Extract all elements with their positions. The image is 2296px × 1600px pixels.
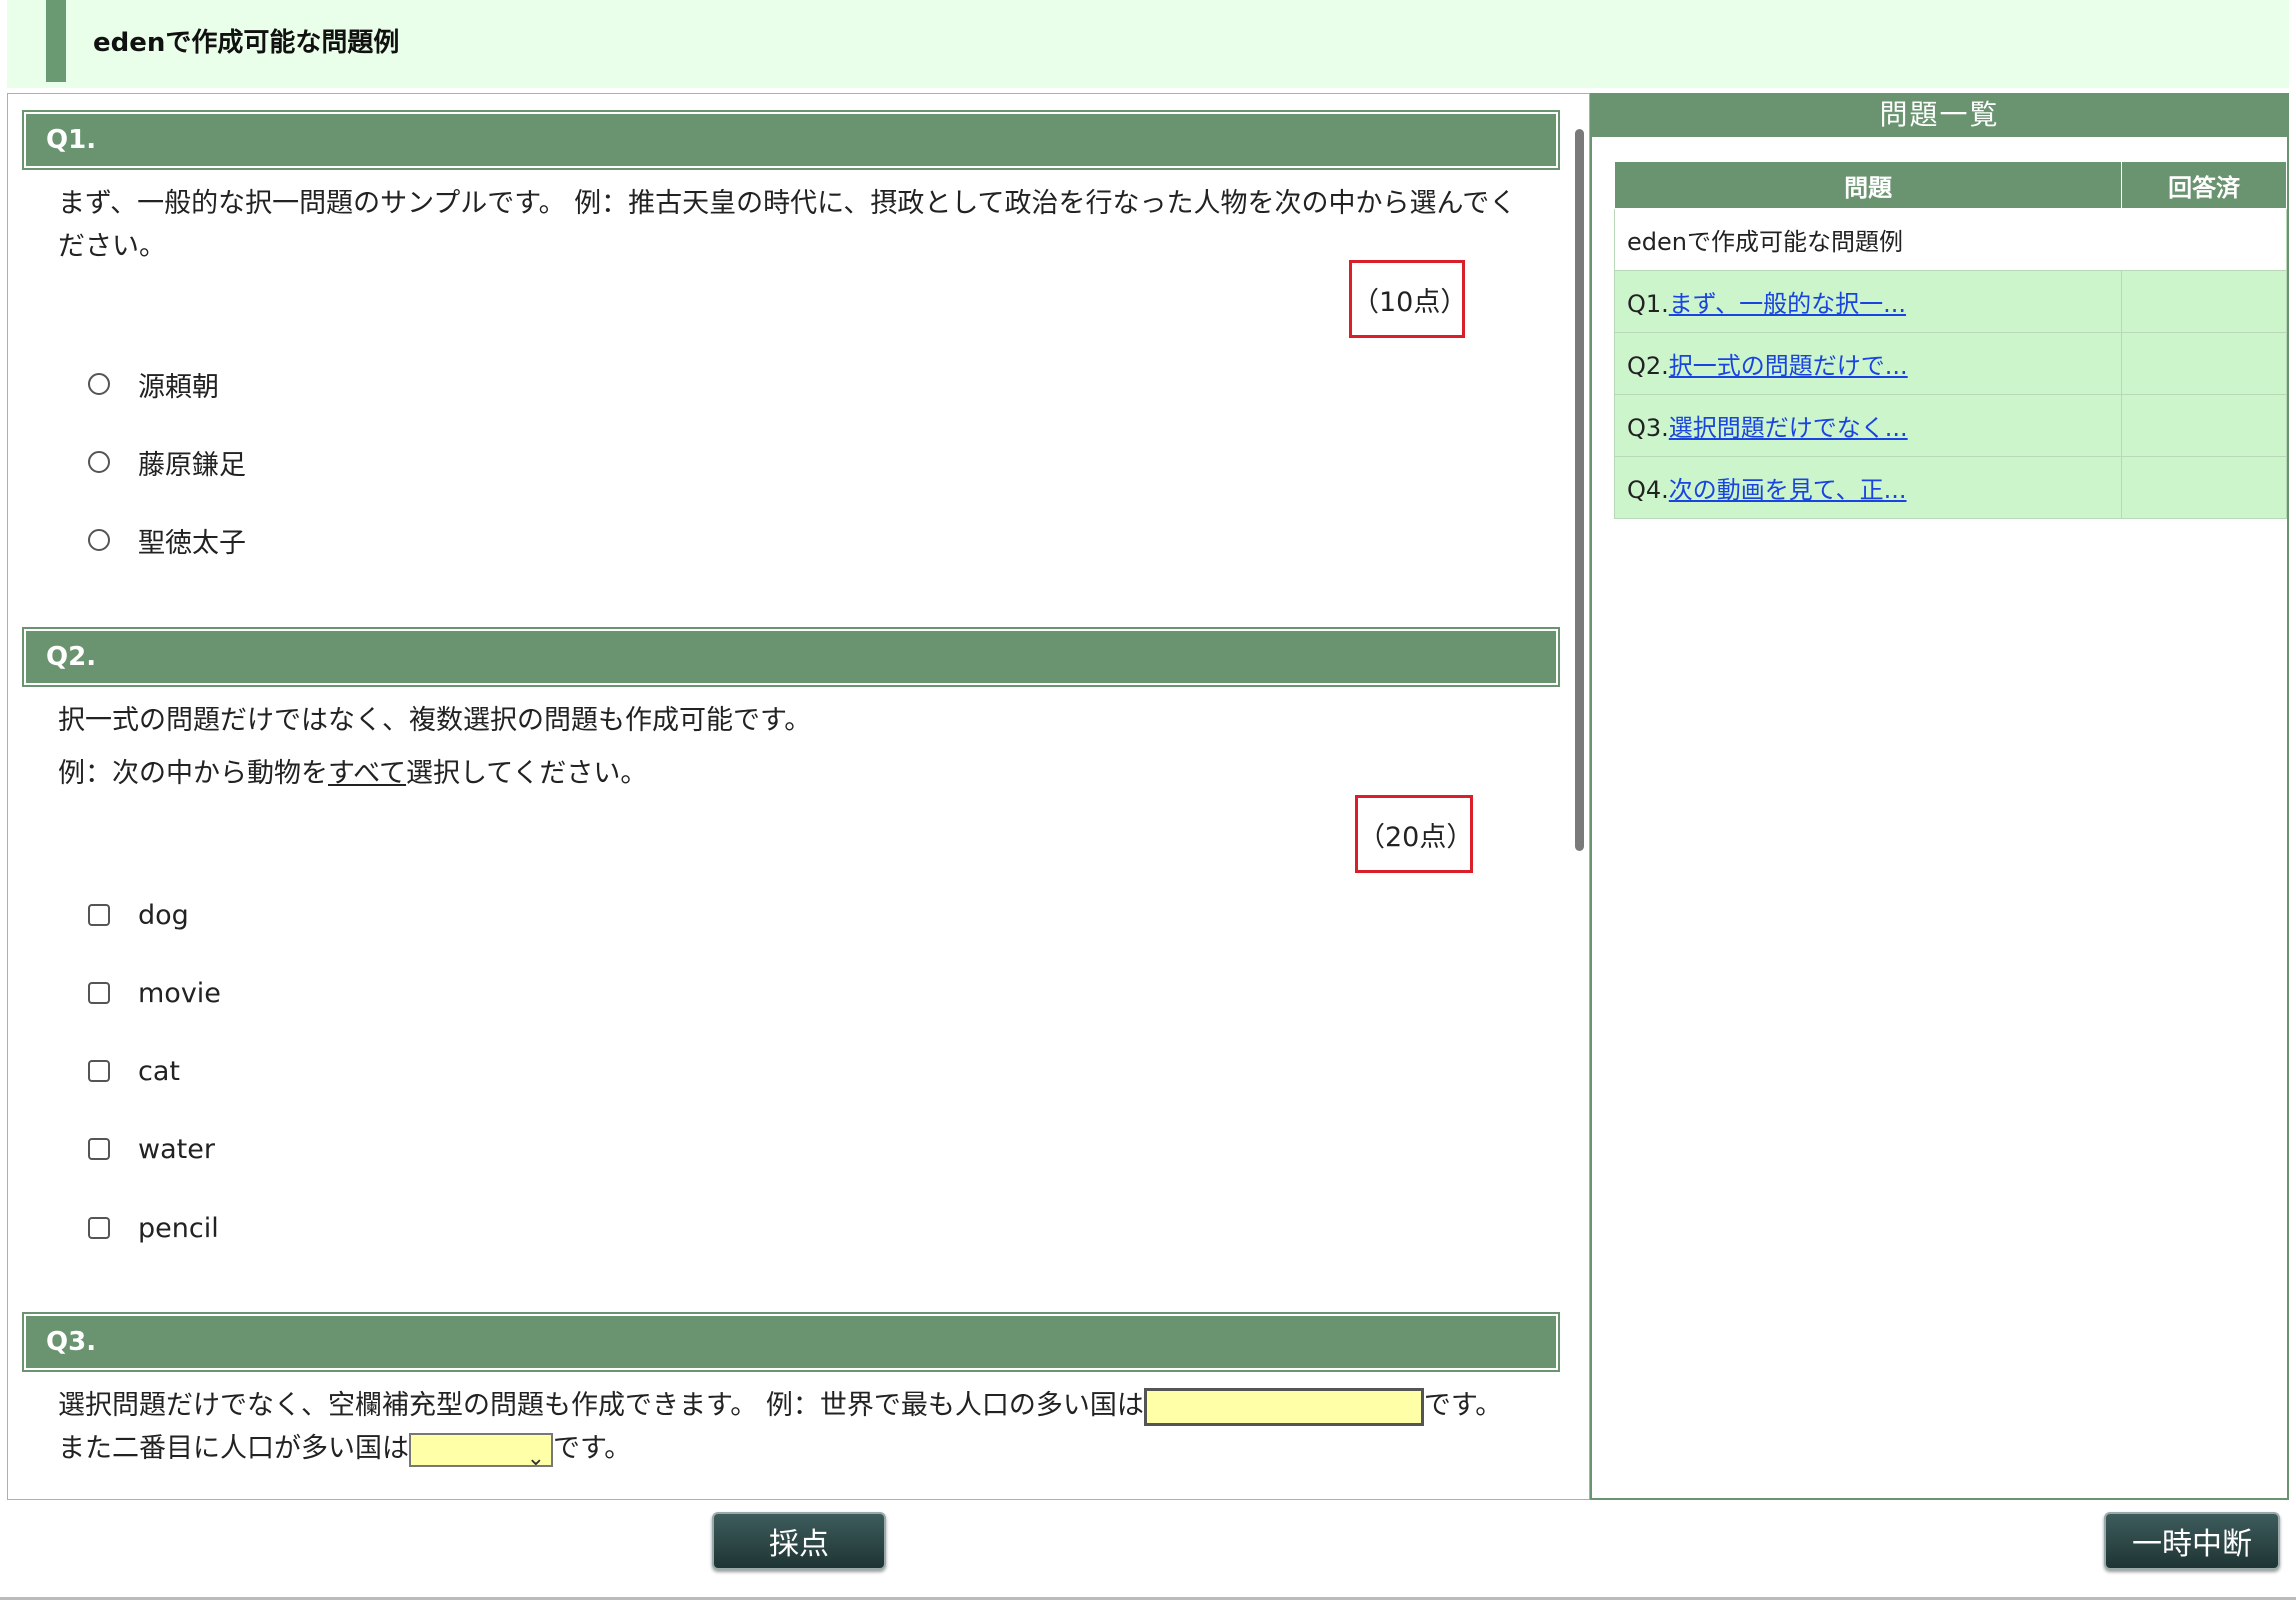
question-number: Q3. bbox=[1627, 414, 1669, 442]
question-header-q3: Q3. bbox=[22, 1312, 1560, 1372]
question-cell: Q2.択一式の問題だけで... bbox=[1613, 332, 2123, 395]
question-text-q2-line1: 択一式の問題だけではなく、複数選択の問題も作成可能です。 bbox=[58, 705, 812, 736]
question-link-q4[interactable]: 次の動画を見て、正... bbox=[1669, 476, 1907, 504]
chevron-down-icon: ⌄ bbox=[526, 1445, 545, 1471]
question-text-q3: 選択問題だけでなく、空欄補充型の問題も作成できます。 例：世界で最も人口の多い国… bbox=[58, 1384, 1518, 1471]
radio-button[interactable] bbox=[88, 529, 110, 551]
question-label: Q3. bbox=[46, 1327, 97, 1357]
section-row: edenで作成可能な問題例 bbox=[1614, 208, 2287, 271]
answered-cell bbox=[2121, 394, 2287, 457]
text-segment: です。 bbox=[553, 1433, 632, 1464]
panel-title: 問題一覧 bbox=[1592, 93, 2287, 137]
option-label: cat bbox=[138, 1055, 180, 1087]
text-segment: 選択問題だけでなく、空欄補充型の問題も作成できます。 例：世界で最も人口の多い国… bbox=[58, 1390, 1144, 1421]
checkbox[interactable] bbox=[88, 982, 110, 1004]
option-label: 源頼朝 bbox=[138, 371, 219, 403]
checkbox[interactable] bbox=[88, 1217, 110, 1239]
question-list-table: 問題 回答済 edenで作成可能な問題例 Q1.まず、一般的な択一... Q2.… bbox=[1613, 161, 2287, 519]
option-label: dog bbox=[138, 899, 189, 931]
pause-button[interactable]: 一時中断 bbox=[2104, 1512, 2280, 1570]
table-row: Q1.まず、一般的な択一... bbox=[1613, 270, 2287, 333]
question-cell: Q1.まず、一般的な択一... bbox=[1613, 270, 2123, 333]
radio-option[interactable]: 聖徳太子 bbox=[88, 520, 246, 560]
question-cell: Q3.選択問題だけでなく... bbox=[1613, 394, 2123, 457]
radio-button[interactable] bbox=[88, 451, 110, 473]
question-text-q2-line2: 例：次の中から動物をすべて選択してください。 bbox=[58, 752, 1538, 795]
question-cell: Q4.次の動画を見て、正... bbox=[1613, 456, 2123, 519]
radio-option[interactable]: 藤原鎌足 bbox=[88, 442, 246, 482]
question-label: Q1. bbox=[46, 125, 97, 155]
checkbox-option[interactable]: pencil bbox=[88, 1208, 219, 1248]
answered-cell bbox=[2121, 456, 2287, 519]
question-text-q1: まず、一般的な択一問題のサンプルです。 例：推古天皇の時代に、摂政として政治を行… bbox=[58, 188, 1517, 262]
option-label: 藤原鎌足 bbox=[138, 449, 246, 481]
option-label: 聖徳太子 bbox=[138, 527, 246, 559]
question-number: Q4. bbox=[1627, 476, 1669, 504]
title-accent-bar bbox=[46, 0, 66, 82]
question-area[interactable]: Q1. まず、一般的な択一問題のサンプルです。 例：推古天皇の時代に、摂政として… bbox=[7, 93, 1590, 1500]
question-link-q3[interactable]: 選択問題だけでなく... bbox=[1669, 414, 1908, 442]
scrollbar-thumb[interactable] bbox=[1575, 129, 1584, 851]
column-header-answered: 回答済 bbox=[2121, 161, 2287, 209]
question-number: Q1. bbox=[1627, 290, 1669, 318]
text-segment: 例：次の中から動物を bbox=[58, 758, 328, 789]
checkbox-option[interactable]: water bbox=[88, 1129, 215, 1169]
radio-button[interactable] bbox=[88, 373, 110, 395]
question-label: Q2. bbox=[46, 642, 97, 672]
answered-cell bbox=[2121, 332, 2287, 395]
checkbox[interactable] bbox=[88, 1138, 110, 1160]
option-label: movie bbox=[138, 977, 221, 1009]
checkbox-option[interactable]: cat bbox=[88, 1051, 180, 1091]
column-header-question: 問題 bbox=[1613, 161, 2123, 209]
question-link-q1[interactable]: まず、一般的な択一... bbox=[1669, 290, 1906, 318]
emphasized-text: すべて bbox=[328, 758, 407, 789]
checkbox[interactable] bbox=[88, 1060, 110, 1082]
text-segment: 選択してください。 bbox=[406, 758, 648, 789]
fill-in-blank-select[interactable]: ⌄ bbox=[409, 1432, 553, 1471]
option-label: water bbox=[138, 1133, 215, 1165]
table-row: Q4.次の動画を見て、正... bbox=[1613, 456, 2287, 519]
page-title: edenで作成可能な問題例 bbox=[93, 28, 400, 58]
checkbox[interactable] bbox=[88, 904, 110, 926]
table-row: Q3.選択問題だけでなく... bbox=[1613, 394, 2287, 457]
points-badge-q1: （10点） bbox=[1349, 260, 1467, 338]
question-header-q1: Q1. bbox=[22, 110, 1560, 170]
table-row: Q2.択一式の問題だけで... bbox=[1613, 332, 2287, 395]
checkbox-option[interactable]: dog bbox=[88, 895, 189, 935]
answered-cell bbox=[2121, 270, 2287, 333]
question-number: Q2. bbox=[1627, 352, 1669, 380]
option-label: pencil bbox=[138, 1212, 219, 1244]
checkbox-option[interactable]: movie bbox=[88, 973, 221, 1013]
points-badge-q2: （20点） bbox=[1355, 795, 1473, 873]
question-link-q2[interactable]: 択一式の問題だけで... bbox=[1669, 352, 1908, 380]
question-header-q2: Q2. bbox=[22, 627, 1560, 687]
title-bar: edenで作成可能な問題例 bbox=[7, 0, 2289, 88]
fill-in-blank-input[interactable] bbox=[1143, 1387, 1424, 1426]
radio-option[interactable]: 源頼朝 bbox=[88, 364, 219, 404]
question-list-panel: 問題一覧 問題 回答済 edenで作成可能な問題例 Q1.まず、一般的な択一..… bbox=[1590, 93, 2289, 1500]
grade-button[interactable]: 採点 bbox=[712, 1512, 886, 1570]
